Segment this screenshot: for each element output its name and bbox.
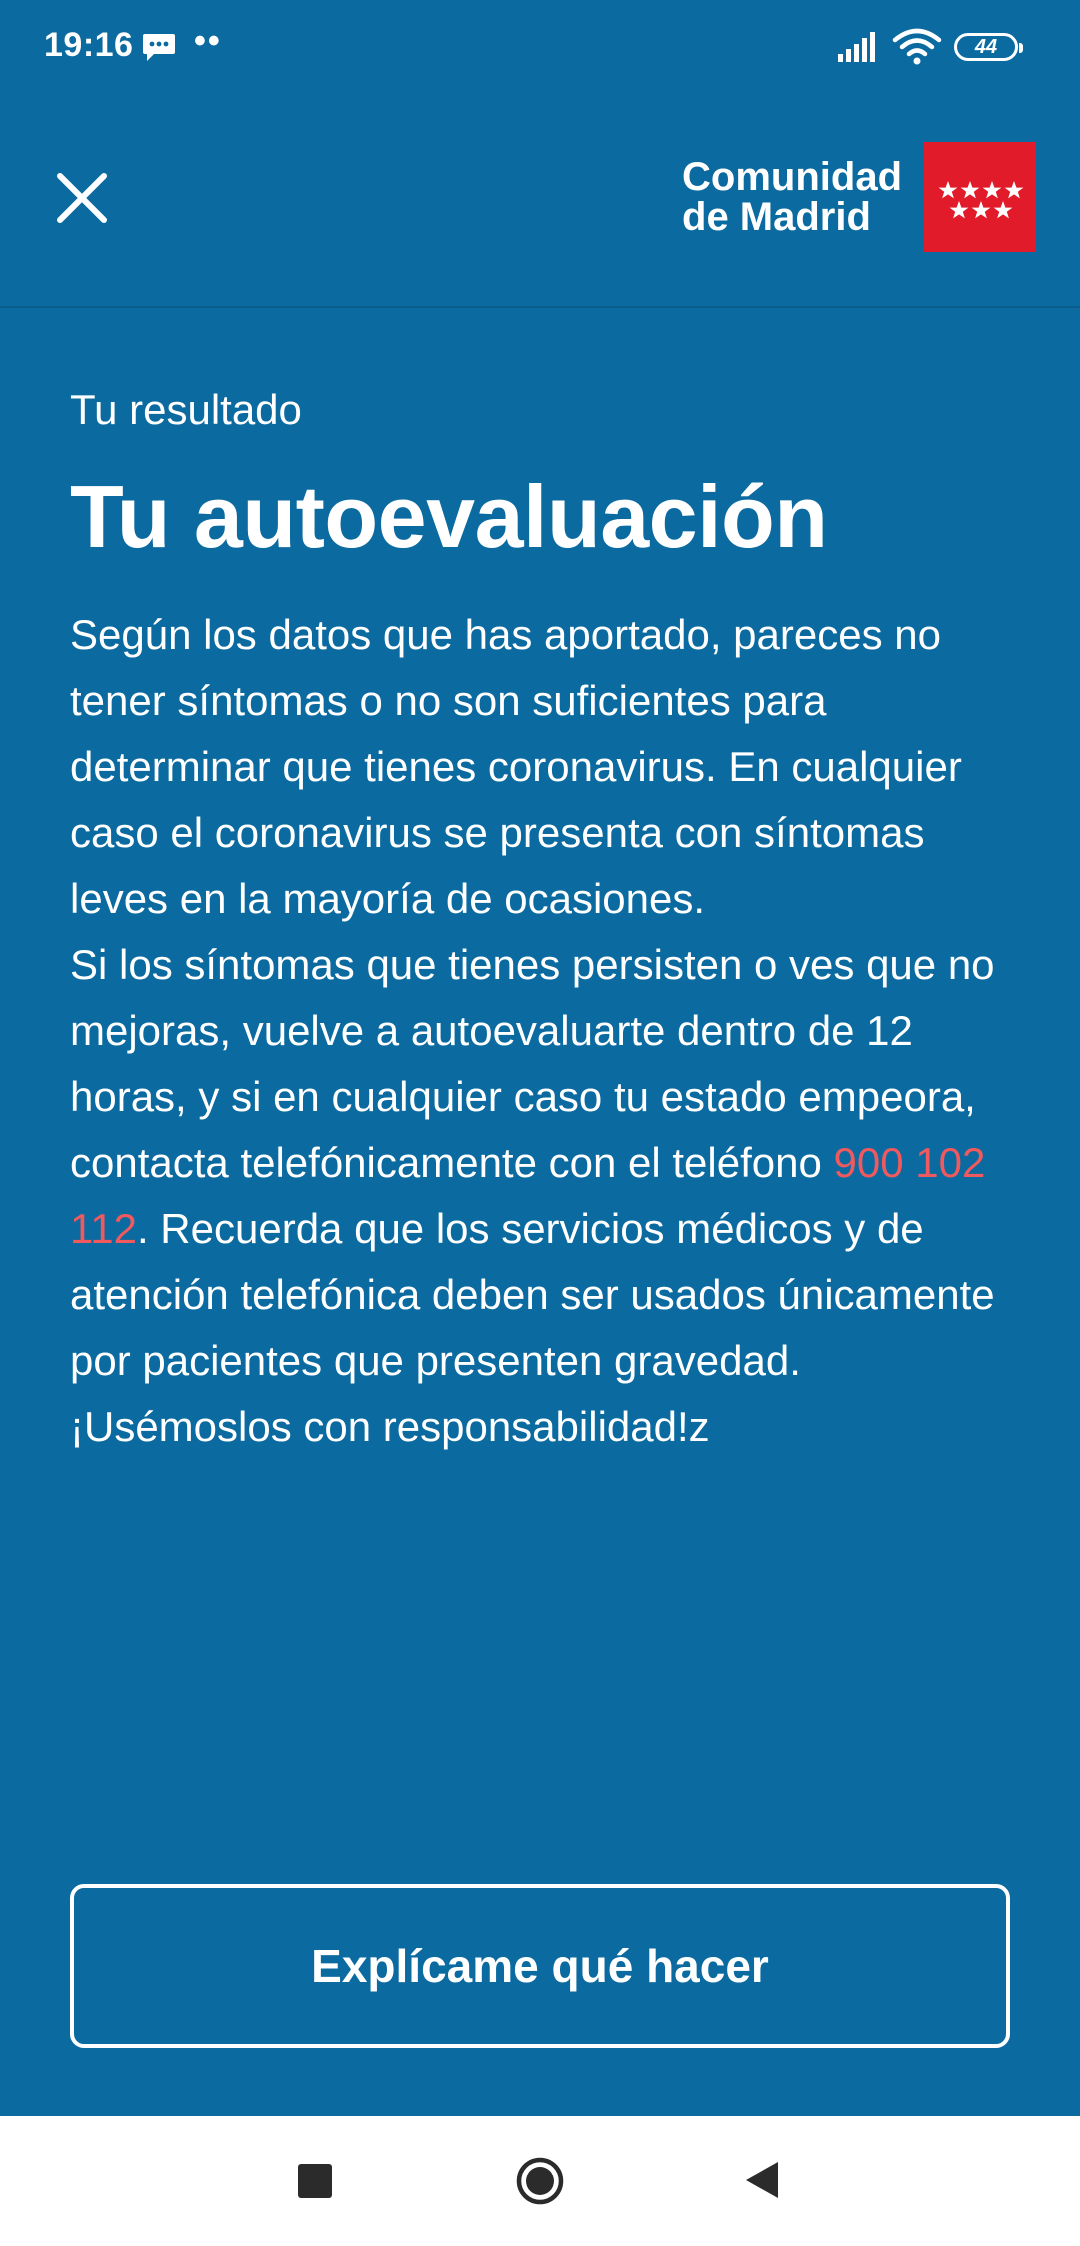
result-description: Según los datos que has aportado, parece… [70, 602, 1010, 1460]
recents-icon[interactable] [298, 2164, 332, 2198]
signal-icon [838, 32, 875, 62]
close-icon[interactable] [46, 162, 118, 234]
brand-name: Comunidad de Madrid [682, 157, 902, 237]
result-subtitle: Tu resultado [70, 386, 302, 433]
paragraph-2-end: . Recuerda que los servicios médicos y d… [70, 1205, 995, 1450]
notification-dots: •• [194, 22, 222, 60]
message-icon [143, 34, 175, 61]
page-title: Tu autoevaluación [70, 467, 828, 566]
brand-logo: Comunidad de Madrid [682, 142, 1036, 252]
explain-what-to-do-button[interactable]: Explícame qué hacer [70, 1884, 1010, 2048]
navigation-bar [0, 2116, 1080, 2246]
battery-level: 44 [974, 35, 998, 58]
result-paragraph-2: Si los síntomas que tienes persisten o v… [70, 932, 1010, 1460]
app-header: Comunidad de Madrid [0, 96, 1080, 308]
result-content: Tu resultado Tu autoevaluación Según los… [70, 380, 1010, 1460]
result-paragraph-1: Según los datos que has aportado, parece… [70, 611, 962, 922]
status-time: 19:16 [44, 26, 134, 64]
brand-line2: de Madrid [682, 195, 871, 239]
wifi-icon [892, 28, 942, 65]
battery-icon: 44 [954, 33, 1023, 61]
brand-line1: Comunidad [682, 155, 902, 199]
home-icon[interactable] [515, 2156, 565, 2206]
madrid-flag-stars-icon [924, 142, 1036, 252]
back-icon[interactable] [744, 2160, 780, 2200]
status-bar: 19:16 •• 44 [0, 0, 1080, 96]
